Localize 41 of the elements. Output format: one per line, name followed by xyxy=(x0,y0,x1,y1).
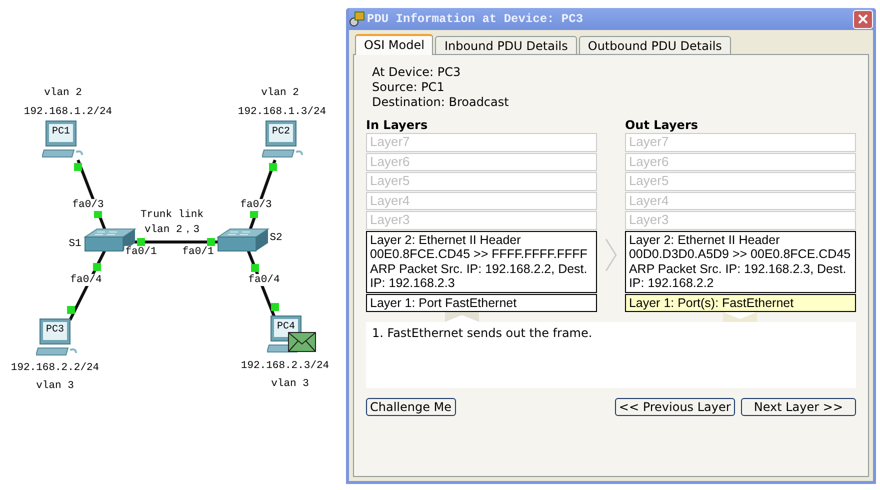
port-label: fa0/3 xyxy=(239,199,273,211)
layer-row[interactable]: Layer 2: Ethernet II Header 00E0.8FCE.CD45 >> FFFF.FFFF.FFFF ARP Packet Src. IP: 192.168.2.2, Dest. IP: 192.168.2.3 xyxy=(366,230,598,292)
challenge-button[interactable]: Challenge Me xyxy=(366,398,456,416)
layer-row[interactable]: Layer 1: Port(s): FastEthernet xyxy=(624,294,856,312)
magnifier-icon xyxy=(349,11,365,27)
device-name: PC3 xyxy=(45,324,65,336)
trunk-label: vlan 2，3 xyxy=(143,222,201,236)
column-heading: Out Layers xyxy=(624,118,700,132)
close-icon xyxy=(857,13,869,25)
link-light-icon xyxy=(251,264,259,272)
port-label: fa0/3 xyxy=(71,199,105,211)
window-title: PDU Information at Device: PC3 xyxy=(367,12,584,26)
next-layer-button[interactable]: Next Layer >> xyxy=(740,398,856,416)
layer-row[interactable]: Layer 2: Ethernet II Header 00D0.D3D0.A5D9 >> 00E0.8FCE.CD45 ARP Packet Src. IP: 192.168.2.3, Dest. IP: 192.168.2.2 xyxy=(624,230,856,292)
device-name: PC1 xyxy=(51,126,71,138)
tab[interactable]: Outbound PDU Details xyxy=(578,36,731,54)
link-light-icon xyxy=(137,238,145,246)
up-tab-icon xyxy=(444,312,479,322)
port-label: fa0/4 xyxy=(247,274,281,286)
link-light-icon xyxy=(269,163,277,171)
tab[interactable]: Inbound PDU Details xyxy=(435,36,577,54)
info-text: At Device: PC3 xyxy=(372,65,462,80)
link-light-icon xyxy=(93,263,101,271)
link-light-icon xyxy=(74,163,82,171)
switch-icon[interactable] xyxy=(216,227,270,253)
cable-line xyxy=(68,249,106,321)
info-text: Source: PC1 xyxy=(372,80,446,95)
layer-row[interactable]: Layer 1: Port FastEthernet xyxy=(366,294,598,312)
link-light-icon xyxy=(271,303,279,311)
previous-layer-button[interactable]: << Previous Layer xyxy=(614,398,735,416)
column-heading: In Layers xyxy=(366,118,429,132)
link-light-icon xyxy=(207,238,215,246)
close-button[interactable] xyxy=(853,10,873,28)
info-text: Destination: Broadcast xyxy=(372,95,510,110)
port-label: fa0/4 xyxy=(69,274,103,286)
chevron-icon xyxy=(605,238,617,272)
device-name: PC2 xyxy=(271,126,291,138)
down-tab-icon xyxy=(723,312,758,322)
device-name: PC4 xyxy=(276,322,296,332)
link-light-icon xyxy=(67,306,75,314)
tab[interactable]: OSI Model xyxy=(355,34,434,55)
